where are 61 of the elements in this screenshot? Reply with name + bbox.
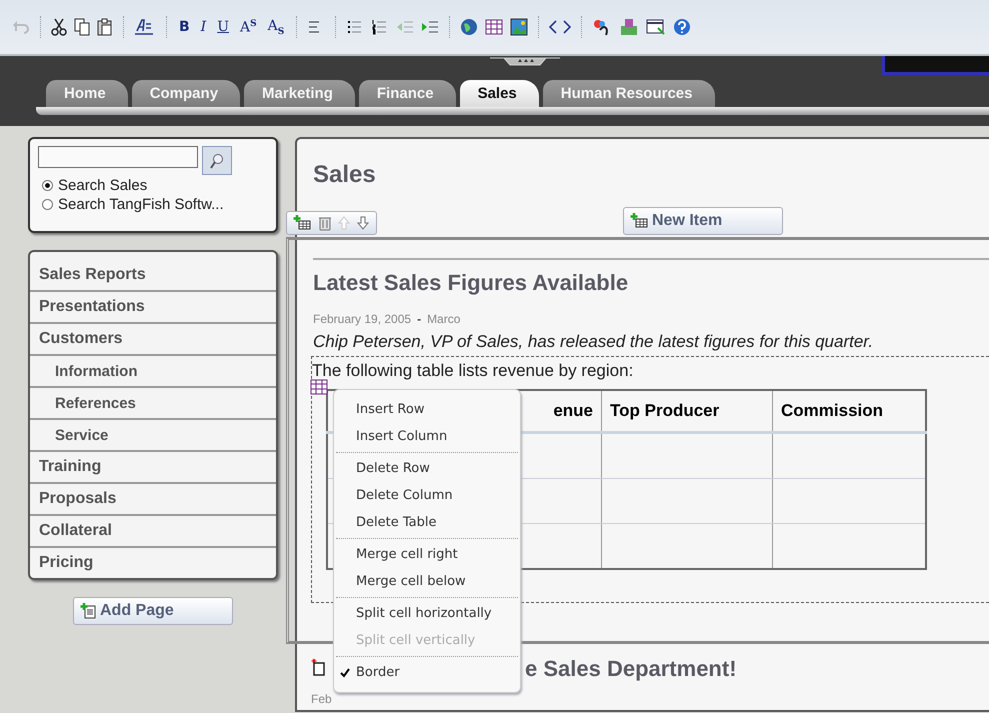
sidebar-item[interactable]: Presentations [30,292,276,324]
page-title: Sales [312,160,377,189]
radio-label: Search Sales [58,177,148,194]
copy-icon[interactable] [74,18,90,36]
item-date: Feb [311,692,332,706]
radio-label: Search TangFish Softw... [58,196,224,213]
sidebar-item[interactable]: Collateral [30,516,276,548]
menu-item[interactable]: Merge cell right [334,541,520,568]
bold-button[interactable]: B [177,19,192,35]
paste-icon[interactable] [97,18,113,36]
superscript-button[interactable]: A$^{S}$ [238,18,259,36]
meta-separator: - [417,312,422,326]
table-header-cell: Top Producer [602,390,772,432]
menu-item[interactable]: Split cell horizontally [334,600,520,627]
sidebar-item[interactable]: Proposals [30,484,276,516]
add-page-button[interactable]: Add Page [73,597,233,625]
trash-icon[interactable] [318,215,332,231]
radio-button[interactable] [42,180,53,191]
add-table-icon[interactable] [293,215,313,231]
search-field[interactable] [38,146,198,168]
underline-button[interactable]: U [215,19,232,35]
image-icon[interactable] [510,18,528,36]
item-summary: Chip Petersen, VP of Sales, has released the latest figures for this quarter. [313,332,874,352]
radio-button[interactable] [42,199,53,210]
sidebar-item[interactable]: Training [30,452,276,484]
down-arrow-icon[interactable] [356,215,370,231]
body-text: The following table lists revenue by region: [312,361,634,381]
text-style-icon[interactable] [134,18,156,36]
sidebar-item[interactable]: Pricing [30,548,276,578]
table-icon[interactable] [485,19,504,35]
item-title: e Sales Department! [525,656,737,682]
menu-item[interactable]: Merge cell below [334,568,520,595]
add-page-icon [80,603,98,619]
menu-item[interactable]: Border [334,659,520,686]
sidebar-item[interactable]: References [30,388,276,420]
code-icon[interactable] [549,19,572,35]
menu-item[interactable]: Delete Table [334,509,520,536]
nav-tab[interactable]: Sales [460,80,539,107]
check-icon [340,668,350,678]
item-title: Latest Sales Figures Available [313,270,630,296]
sidebar-item[interactable]: Service [30,420,276,452]
menu-item[interactable]: Delete Row [334,455,520,482]
globe-icon[interactable] [460,18,478,36]
add-table-icon [630,213,650,229]
sidebar-item[interactable]: Information [30,356,276,388]
publish-icon[interactable] [619,18,640,36]
scissors-icon[interactable] [51,18,67,36]
subscript-button[interactable]: A$_{S}$ [266,18,286,36]
collapse-handle-icon[interactable] [490,56,560,66]
search-icon [210,152,224,168]
search-button[interactable] [202,146,232,175]
help-icon[interactable] [673,18,692,36]
table-header-cell: Commission [772,390,926,432]
item-author: Marco [427,312,460,326]
menu-item[interactable]: Delete Column [334,482,520,509]
sidebar-item[interactable]: Customers [30,324,276,356]
new-item-button[interactable]: New Item [623,207,783,235]
sidebar-item[interactable]: Sales Reports [30,260,276,292]
preview-icon[interactable] [646,18,666,36]
item-date: February 19, 2005 [313,312,412,326]
italic-button[interactable]: I [198,19,208,35]
